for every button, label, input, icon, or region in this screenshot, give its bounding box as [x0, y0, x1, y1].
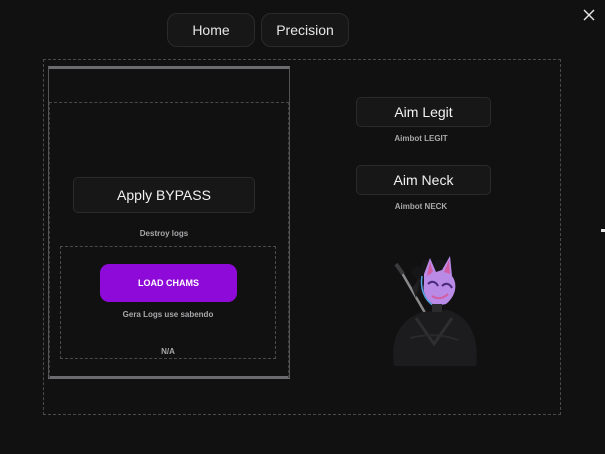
apply-bypass-button[interactable]: Apply BYPASS: [73, 177, 255, 213]
apply-bypass-caption: Destroy logs: [139, 229, 189, 238]
aim-legit-caption: Aimbot LEGIT: [394, 134, 448, 143]
status-text: N/A: [161, 347, 175, 356]
close-icon[interactable]: [580, 6, 598, 24]
aim-legit-button[interactable]: Aim Legit: [356, 97, 491, 127]
aim-neck-caption: Aimbot NECK: [394, 202, 448, 211]
ninja-mascot-image: [376, 248, 488, 368]
load-chams-button[interactable]: LOAD CHAMS: [100, 264, 237, 302]
aim-neck-button[interactable]: Aim Neck: [356, 165, 491, 195]
tab-precision[interactable]: Precision: [261, 13, 349, 47]
tab-home[interactable]: Home: [167, 13, 255, 47]
load-chams-caption: Gera Logs use sabendo: [122, 310, 214, 319]
resize-handle[interactable]: [601, 229, 605, 232]
left-panel-header-divider: [49, 102, 289, 103]
chams-section: [60, 246, 276, 359]
